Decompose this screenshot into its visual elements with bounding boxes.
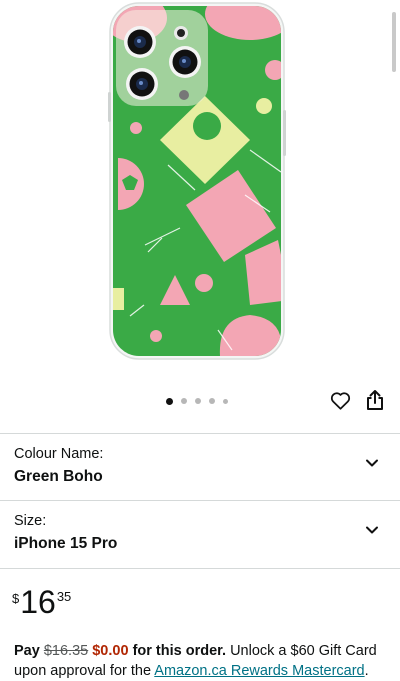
pagination-dot-active[interactable] (166, 397, 173, 405)
pagination-dot[interactable] (223, 398, 228, 404)
size-selector[interactable]: Size: iPhone 15 Pro (0, 501, 400, 567)
colour-value: Green Boho (14, 468, 103, 485)
pagination-dot[interactable] (181, 398, 187, 404)
promo-pay: Pay (14, 643, 40, 659)
heart-outline-icon (330, 391, 350, 410)
promo-end: . (364, 663, 369, 679)
promo-discounted-price: $0.00 (92, 643, 129, 659)
image-pagination-dots[interactable] (166, 396, 236, 406)
chevron-down-icon (366, 526, 378, 534)
divider (0, 568, 400, 569)
pagination-dot[interactable] (195, 398, 201, 404)
rewards-mastercard-link[interactable]: Amazon.ca Rewards Mastercard (154, 663, 364, 679)
share-icon (367, 390, 383, 410)
scrollbar[interactable] (392, 12, 396, 72)
colour-label: Colour Name: (14, 446, 104, 462)
pagination-dot[interactable] (209, 398, 215, 404)
share-button[interactable] (362, 386, 388, 414)
chevron-down-icon (366, 459, 378, 467)
price-fraction: 35 (56, 589, 72, 604)
price-symbol: $ (12, 591, 20, 606)
promo-original-price: $16.35 (43, 643, 89, 659)
price: $ 16 35 (12, 583, 71, 623)
product-image[interactable] (100, 0, 290, 362)
size-label: Size: (14, 513, 47, 529)
price-whole: 16 (20, 584, 56, 620)
credit-card-promo: Pay $16.35 $0.00 for this order. Unlock … (14, 641, 390, 681)
size-value: iPhone 15 Pro (14, 535, 118, 552)
promo-for-order: for this order. (132, 643, 227, 659)
colour-selector[interactable]: Colour Name: Green Boho (0, 434, 400, 500)
add-to-wishlist-button[interactable] (327, 387, 353, 413)
phone-case-image (108, 2, 286, 360)
